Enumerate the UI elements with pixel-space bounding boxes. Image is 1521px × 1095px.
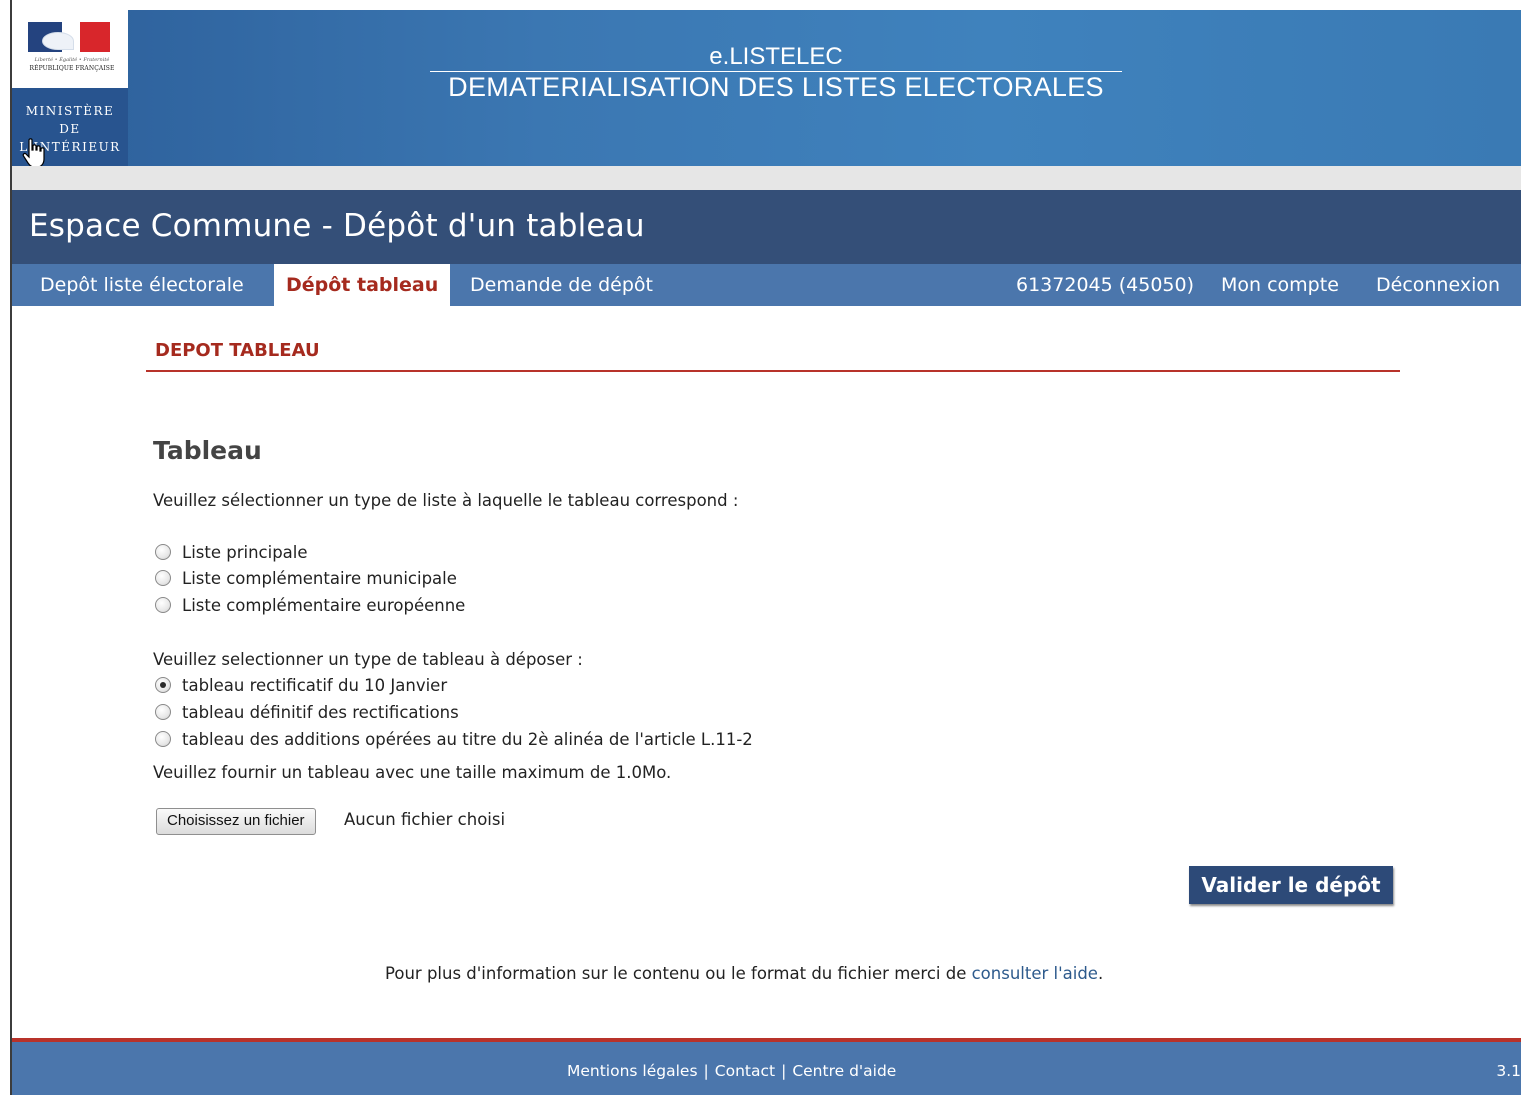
- radio-button[interactable]: [155, 597, 171, 613]
- form-heading: Tableau: [153, 436, 262, 465]
- app-version: 3.1: [1496, 1062, 1521, 1080]
- app-subtitle: DEMATERIALISATION DES LISTES ELECTORALES: [448, 72, 1104, 102]
- file-status: Aucun fichier choisi: [344, 810, 506, 829]
- radio-label: tableau définitif des rectifications: [182, 702, 459, 722]
- main-nav: Depôt liste électorale Dépôt tableau Dem…: [12, 264, 1521, 306]
- marianne-icon: [42, 32, 74, 50]
- app-title: e.LISTELEC DEMATERIALISATION DES LISTES …: [430, 44, 1122, 102]
- ministry-line-2: DE: [59, 122, 81, 136]
- tab-depot-tableau[interactable]: Dépôt tableau: [274, 264, 451, 306]
- radio-option-liste-complementaire-municipale[interactable]: Liste complémentaire municipale: [155, 567, 457, 589]
- radio-option-tableau-additions[interactable]: tableau des additions opérées au titre d…: [155, 728, 753, 750]
- help-info-text: Pour plus d'information sur le contenu o…: [385, 964, 972, 983]
- help-link[interactable]: consulter l'aide: [972, 964, 1098, 983]
- radio-label: tableau des additions opérées au titre d…: [182, 729, 753, 749]
- help-info: Pour plus d'information sur le contenu o…: [385, 964, 1103, 983]
- section-title: DEPOT TABLEAU: [155, 340, 320, 361]
- radio-button[interactable]: [155, 677, 171, 693]
- radio-option-liste-principale[interactable]: Liste principale: [155, 541, 308, 563]
- radio-button[interactable]: [155, 570, 171, 586]
- help-info-suffix: .: [1097, 964, 1104, 983]
- size-limit-note: Veuillez fournir un tableau avec une tai…: [153, 763, 672, 782]
- help-center-link[interactable]: Centre d'aide: [792, 1062, 896, 1080]
- radio-label: Liste complémentaire européenne: [182, 595, 466, 615]
- table-type-prompt: Veuillez selectionner un type de tableau…: [153, 650, 583, 669]
- footer-separator: |: [781, 1062, 787, 1080]
- section-divider: [146, 370, 1400, 372]
- footer-separator: |: [703, 1062, 709, 1080]
- footer-links: Mentions légales | Contact | Centre d'aide: [567, 1062, 896, 1080]
- submit-deposit-button[interactable]: Valider le dépôt: [1189, 866, 1393, 904]
- republic-motto: Liberté • Égalité • Fraternité: [34, 57, 110, 63]
- footer: Mentions légales | Contact | Centre d'aide 3…: [12, 1042, 1521, 1095]
- my-account-link[interactable]: Mon compte: [1209, 264, 1351, 306]
- logout-link[interactable]: Déconnexion: [1364, 264, 1512, 306]
- legal-notice-link[interactable]: Mentions légales: [567, 1062, 698, 1080]
- tab-demande-de-depot[interactable]: Demande de dépôt: [458, 264, 665, 306]
- list-type-prompt: Veuillez sélectionner un type de liste à…: [153, 491, 739, 510]
- tab-depot-liste-electorale[interactable]: Depôt liste électorale: [28, 264, 256, 306]
- page-title: Espace Commune - Dépôt d'un tableau: [29, 208, 645, 244]
- radio-button[interactable]: [155, 704, 171, 720]
- app-name: e.LISTELEC: [430, 44, 1122, 72]
- ministry-line-1: MINISTÈRE: [25, 104, 115, 118]
- radio-button[interactable]: [155, 544, 171, 560]
- space-header: Espace Commune - Dépôt d'un tableau: [12, 190, 1521, 264]
- choose-file-button[interactable]: Choisissez un fichier: [156, 808, 316, 835]
- republic-label: RÉPUBLIQUE FRANÇAISE: [29, 65, 115, 72]
- radio-button[interactable]: [155, 731, 171, 747]
- flag-red-band: [80, 22, 110, 52]
- contact-link[interactable]: Contact: [715, 1062, 775, 1080]
- radio-option-tableau-definitif[interactable]: tableau définitif des rectifications: [155, 701, 459, 723]
- radio-option-liste-complementaire-europeenne[interactable]: Liste complémentaire européenne: [155, 594, 465, 616]
- radio-option-tableau-rectificatif[interactable]: tableau rectificatif du 10 Janvier: [155, 674, 447, 696]
- account-id: 61372045 (45050): [1016, 274, 1195, 296]
- radio-label: Liste principale: [182, 542, 308, 562]
- radio-label: tableau rectificatif du 10 Janvier: [182, 675, 448, 695]
- site-banner: Liberté • Égalité • Fraternité RÉPUBLIQU…: [12, 10, 1521, 166]
- republic-logo: Liberté • Égalité • Fraternité RÉPUBLIQU…: [12, 10, 128, 88]
- banner-spacer: [12, 166, 1521, 190]
- radio-label: Liste complémentaire municipale: [182, 568, 457, 588]
